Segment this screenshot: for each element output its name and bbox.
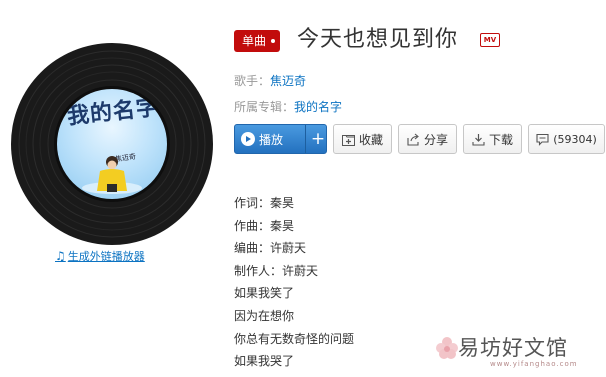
play-button[interactable]: 播放 (235, 125, 301, 153)
album-link[interactable]: 我的名字 (294, 100, 342, 114)
lyric-line: 如果我哭了 (234, 354, 295, 369)
add-to-playlist-button[interactable]: + (310, 125, 326, 153)
play-label: 播放 (259, 132, 284, 147)
singer-link[interactable]: 焦迈奇 (270, 74, 306, 88)
play-divider (305, 125, 306, 153)
comments-count: (59304) (553, 132, 597, 146)
singer-label: 歌手： (234, 74, 271, 88)
mv-icon[interactable]: MV (480, 33, 500, 47)
download-icon (472, 133, 485, 146)
album-cover[interactable]: 我的名字 焦迈奇 (57, 89, 167, 199)
play-button-group: 播放 + (234, 124, 327, 154)
lyric-line: 因为在想你 (234, 308, 295, 323)
lyric-line: 如果我笑了 (234, 286, 295, 301)
album-disc: 我的名字 焦迈奇 (10, 42, 214, 246)
lyric-line: 制作人：许蔚天 (234, 263, 319, 278)
generate-external-player-link[interactable]: ♫ 生成外链播放器 (55, 248, 145, 264)
comments-button[interactable]: (59304) (528, 124, 605, 154)
watermark: 易坊好文馆 www.yifanghao.com (432, 330, 606, 370)
cover-person-figure (82, 156, 142, 194)
song-title: 今天也想见到你 (297, 27, 459, 52)
music-note-icon: ♫ (55, 249, 66, 263)
watermark-url: www.yifanghao.com (490, 360, 578, 368)
lyric-line: 编曲：许蔚天 (234, 241, 307, 256)
singer-line: 歌手：焦迈奇 (234, 72, 306, 89)
favorite-label: 收藏 (358, 132, 383, 147)
favorite-button[interactable]: 收藏 (333, 124, 392, 154)
download-button[interactable]: 下载 (463, 124, 522, 154)
download-label: 下载 (488, 132, 513, 147)
single-tag: 单曲 (234, 30, 281, 52)
lyric-line: 作曲：秦昊 (234, 218, 295, 233)
lyrics-block: 作词：秦昊 作曲：秦昊 编曲：许蔚天 制作人：许蔚天 如果我笑了 因为在想你 你… (234, 195, 354, 376)
share-button[interactable]: 分享 (398, 124, 457, 154)
lyric-line: 作词：秦昊 (234, 196, 295, 210)
share-label: 分享 (423, 132, 448, 147)
comment-icon (536, 133, 549, 146)
lyric-line: 你总有无数奇怪的问题 (234, 331, 355, 346)
watermark-text: 易坊好文馆 (458, 336, 568, 360)
folder-plus-icon (341, 134, 355, 146)
album-label: 所属专辑： (234, 100, 295, 114)
play-icon (241, 132, 255, 146)
ext-link-label: 生成外链播放器 (67, 250, 145, 263)
share-icon (407, 133, 419, 146)
album-line: 所属专辑：我的名字 (234, 98, 342, 115)
